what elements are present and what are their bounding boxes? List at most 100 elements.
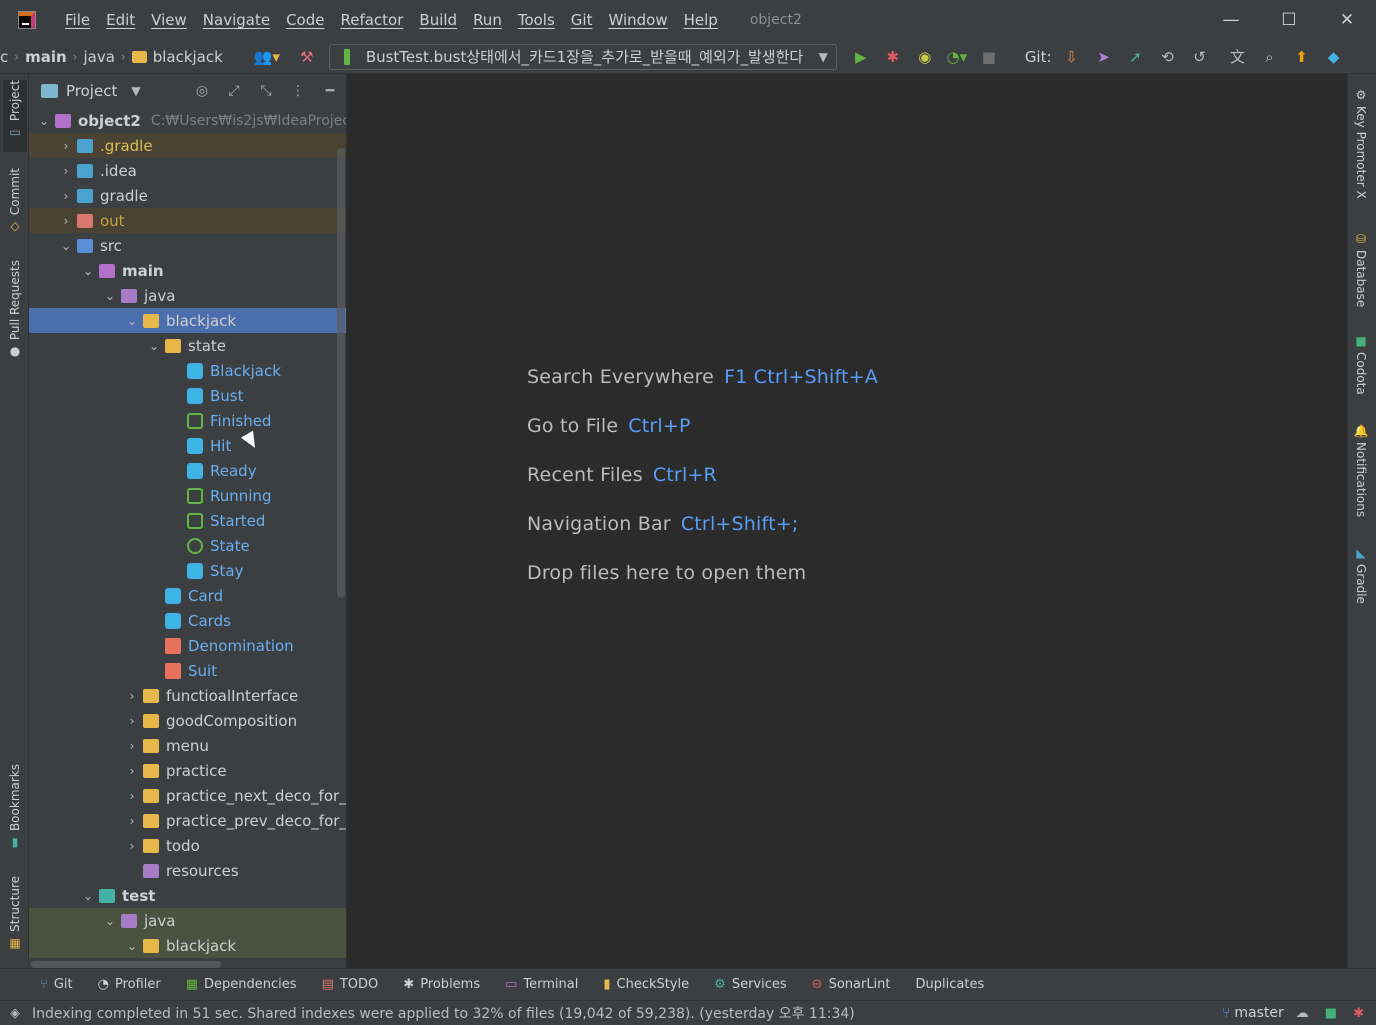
tree-item-class[interactable]: Bust <box>29 383 346 408</box>
expand-arrow-icon[interactable]: › <box>121 739 143 753</box>
git-update-icon[interactable]: ⇩ <box>1056 42 1088 72</box>
tree-item-test-java[interactable]: ⌄ java <box>29 908 346 933</box>
tree-item-dot-gradle[interactable]: › .gradle <box>29 133 346 158</box>
menu-window[interactable]: Window <box>600 0 675 40</box>
run-icon[interactable]: ▶ <box>845 42 877 72</box>
tree-item-enum[interactable]: Denomination <box>29 633 346 658</box>
tree-item-package[interactable]: › practice <box>29 758 346 783</box>
plugin-icon[interactable]: ◆ <box>1318 42 1350 72</box>
tab-gradle[interactable]: ◣ Gradle <box>1350 546 1372 610</box>
project-panel-title[interactable]: Project <box>66 82 117 100</box>
expand-arrow-icon[interactable]: › <box>121 789 143 803</box>
tree-item-src[interactable]: ⌄ src <box>29 233 346 258</box>
git-branch-widget[interactable]: ⑂ master <box>1222 1005 1284 1021</box>
error-report-icon[interactable]: ✱ <box>1353 1006 1364 1021</box>
menu-git[interactable]: Git <box>563 0 601 40</box>
breadcrumb-main[interactable]: main <box>25 48 67 66</box>
profile-icon[interactable]: ◔▾ <box>941 42 973 72</box>
tree-item-test-blackjack[interactable]: ⌄ blackjack <box>29 933 346 958</box>
menu-run[interactable]: Run <box>465 0 510 40</box>
tab-commit[interactable]: Commit ◇ <box>3 168 27 238</box>
maximize-button[interactable]: ☐ <box>1260 0 1318 40</box>
rollback-icon[interactable]: ↺ <box>1184 42 1216 72</box>
users-dropdown-icon[interactable]: 👥▾ <box>251 42 283 72</box>
tree-item-package[interactable]: › menu <box>29 733 346 758</box>
update-available-icon[interactable]: ⬆ <box>1286 42 1318 72</box>
options-menu-icon[interactable]: ⋮ <box>282 83 314 99</box>
tree-item-test[interactable]: ⌄ test <box>29 883 346 908</box>
tree-item-class[interactable]: Card <box>29 583 346 608</box>
vertical-scrollbar[interactable] <box>337 148 345 598</box>
tree-item-class[interactable]: Ready <box>29 458 346 483</box>
tab-git[interactable]: ⑂ Git <box>40 977 73 992</box>
tree-item-package[interactable]: › todo <box>29 833 346 858</box>
collapse-arrow-icon[interactable]: ⌄ <box>99 289 121 303</box>
menu-tools[interactable]: Tools <box>510 0 563 40</box>
tab-profiler[interactable]: ◔ Profiler <box>98 977 161 992</box>
tab-bookmarks[interactable]: Bookmarks ▮ <box>3 764 27 856</box>
translate-icon[interactable]: 文 <box>1222 42 1254 72</box>
chevron-down-icon[interactable]: ▼ <box>131 84 140 98</box>
editor-area[interactable]: Search Everywhere F1 Ctrl+Shift+A Go to F… <box>348 74 1347 968</box>
menu-edit[interactable]: Edit <box>98 0 143 40</box>
expand-arrow-icon[interactable]: › <box>55 214 77 228</box>
tree-item-idea[interactable]: › .idea <box>29 158 346 183</box>
tree-item-class[interactable]: Stay <box>29 558 346 583</box>
collapse-arrow-icon[interactable]: ⌄ <box>77 889 99 903</box>
history-icon[interactable]: ⟲ <box>1152 42 1184 72</box>
debug-icon[interactable]: ✱ <box>877 42 909 72</box>
tab-problems[interactable]: ✱ Problems <box>403 977 480 992</box>
expand-arrow-icon[interactable]: › <box>121 764 143 778</box>
power-save-icon[interactable]: ☁ <box>1296 1006 1309 1021</box>
tree-item-state-package[interactable]: ⌄ state <box>29 333 346 358</box>
stop-icon[interactable]: ■ <box>973 42 1005 72</box>
tree-item-class[interactable]: Finished <box>29 408 346 433</box>
tree-item-package[interactable]: › practice_prev_deco_for_se <box>29 808 346 833</box>
tree-item-main[interactable]: ⌄ main <box>29 258 346 283</box>
tree-item-java[interactable]: ⌄ java <box>29 283 346 308</box>
tree-item-class[interactable]: Started <box>29 508 346 533</box>
tab-terminal[interactable]: ▭ Terminal <box>505 977 578 992</box>
horizontal-scrollbar[interactable] <box>31 961 221 968</box>
codota-status-icon[interactable]: ■ <box>1325 1006 1337 1021</box>
tree-item-gradle[interactable]: › gradle <box>29 183 346 208</box>
search-icon[interactable]: ⌕ <box>1254 42 1286 72</box>
tab-services[interactable]: ⚙ Services <box>714 977 786 992</box>
menu-navigate[interactable]: Navigate <box>195 0 278 40</box>
menu-view[interactable]: View <box>143 0 195 40</box>
menu-help[interactable]: Help <box>676 0 726 40</box>
collapse-arrow-icon[interactable]: ⌄ <box>121 939 143 953</box>
tab-dependencies[interactable]: ▦ Dependencies <box>186 977 297 992</box>
tab-sonarlint[interactable]: ⊖ SonarLint <box>812 977 891 992</box>
menu-refactor[interactable]: Refactor <box>332 0 411 40</box>
hide-panel-icon[interactable]: ━ <box>314 83 346 99</box>
tree-item-class[interactable]: Hit <box>29 433 346 458</box>
tab-checkstyle[interactable]: ▮ CheckStyle <box>603 977 689 992</box>
collapse-arrow-icon[interactable]: ⌄ <box>99 914 121 928</box>
tree-item-package[interactable]: › practice_next_deco_for_ad <box>29 783 346 808</box>
tree-item-blackjack[interactable]: ⌄ blackjack <box>29 308 346 333</box>
tree-item-object2[interactable]: ⌄ object2 C:₩Users₩is2js₩IdeaProjects₩ <box>29 108 346 133</box>
tree-item-class[interactable]: Running <box>29 483 346 508</box>
close-button[interactable]: ✕ <box>1318 0 1376 40</box>
tree-item-package[interactable]: › functioalInterface <box>29 683 346 708</box>
tab-codota[interactable]: ■ Codota <box>1350 334 1372 404</box>
tab-project[interactable]: Project ▭ <box>3 80 27 152</box>
expand-arrow-icon[interactable]: › <box>121 689 143 703</box>
expand-all-icon[interactable]: ⤢ <box>218 83 250 99</box>
tree-item-out[interactable]: › out <box>29 208 346 233</box>
expand-arrow-icon[interactable]: › <box>121 714 143 728</box>
tree-item-enum[interactable]: Suit <box>29 658 346 683</box>
expand-arrow-icon[interactable]: › <box>121 814 143 828</box>
tab-notifications[interactable]: 🔔 Notifications <box>1350 424 1372 524</box>
menu-file[interactable]: File <box>57 0 98 40</box>
expand-arrow-icon[interactable]: › <box>55 164 77 178</box>
minimize-button[interactable]: — <box>1202 0 1260 40</box>
expand-arrow-icon[interactable]: › <box>121 839 143 853</box>
collapse-all-icon[interactable]: ⤡ <box>250 83 282 99</box>
tab-pull-requests[interactable]: Pull Requests ● <box>3 260 27 368</box>
tree-item-package[interactable]: › goodComposition <box>29 708 346 733</box>
tree-item-class[interactable]: State <box>29 533 346 558</box>
collapse-arrow-icon[interactable]: ⌄ <box>77 264 99 278</box>
expand-arrow-icon[interactable]: › <box>55 189 77 203</box>
